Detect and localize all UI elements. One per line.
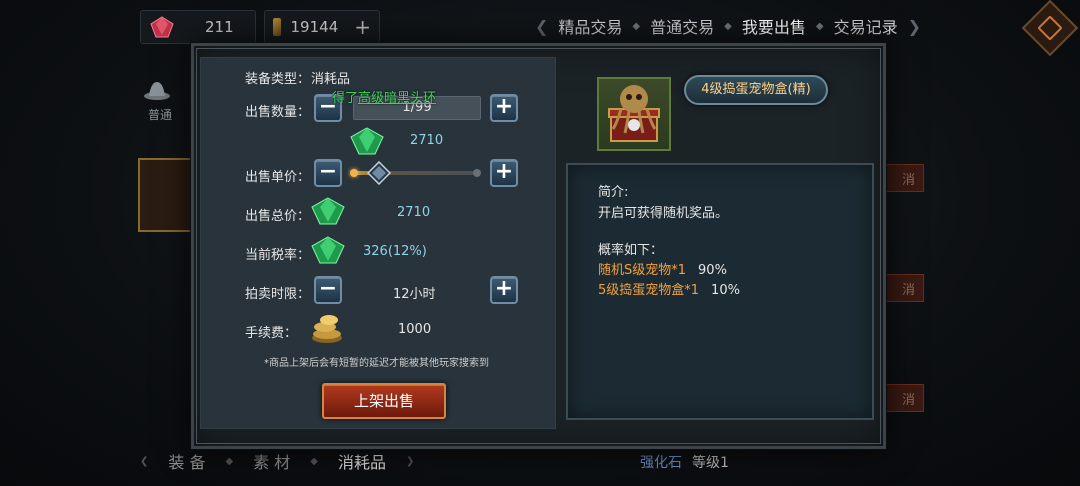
drop-percent: 10% — [711, 283, 740, 298]
quantity-label: 出售数量： — [245, 105, 311, 120]
listing-delay-note: *商品上架后会有短暂的延迟才能被其他玩家搜索到 — [264, 358, 489, 369]
tab-separator: ◆ — [310, 455, 318, 467]
tab-sell[interactable]: 我要出售 — [732, 14, 816, 38]
tax-rate-label: 当前税率： — [245, 248, 311, 263]
system-message-item-link[interactable]: 高级暗黑头环 — [358, 91, 436, 106]
drop-entry: 5级捣蛋宠物盒*1 10% — [598, 279, 740, 298]
top-tab-bar: ❮ 精品交易 ◆ 普通交易 ◆ 我要出售 ◆ 交易记录 ❯ — [535, 12, 921, 40]
price-slider-handle[interactable] — [366, 161, 391, 185]
category-normal-label[interactable]: 普通 — [148, 106, 172, 123]
ornament-left-icon: ❮ — [140, 455, 149, 467]
type-label: 装备类型： — [245, 72, 311, 87]
item-name-banner: 4级捣蛋宠物盒(精) — [684, 75, 828, 105]
drop-entry: 随机S级宠物*1 90% — [598, 259, 727, 278]
tab-normal-trade[interactable]: 普通交易 — [640, 14, 724, 38]
total-price-label: 出售总价： — [245, 209, 311, 224]
tab-separator: ◆ — [815, 20, 824, 32]
ornament-left-icon: ❮ — [535, 16, 549, 36]
coin-balance-value: 19144 — [290, 18, 339, 36]
gem-balance: 211 — [140, 10, 256, 44]
tax-rate-value: 326(12%) — [363, 244, 427, 259]
ornament-right-icon: ❯ — [907, 16, 921, 36]
bottom-item-entry: 强化石 等级1 — [640, 452, 729, 472]
gold-coins-icon — [312, 315, 342, 343]
tab-trade-history[interactable]: 交易记录 — [824, 14, 908, 38]
green-gem-icon — [311, 197, 345, 225]
hat-icon — [144, 82, 170, 100]
tab-materials[interactable]: 素 材 — [253, 449, 290, 473]
drop-name: 5级捣蛋宠物盒*1 — [598, 283, 700, 298]
price-minus-button[interactable]: − — [314, 159, 342, 187]
ticket-icon — [273, 18, 281, 36]
slider-end-dot — [473, 169, 481, 177]
total-price-value: 2710 — [397, 205, 431, 220]
red-gem-icon — [150, 16, 174, 38]
tab-equipment[interactable]: 装 备 — [168, 449, 205, 473]
bottom-item-name: 强化石 — [640, 455, 682, 471]
tab-separator: ◆ — [225, 455, 234, 467]
gem-balance-value: 211 — [205, 18, 234, 36]
slider-start-dot — [350, 169, 358, 177]
time-minus-button[interactable]: − — [314, 276, 342, 304]
coin-balance: 19144 + — [264, 10, 380, 44]
green-gem-icon — [311, 236, 345, 264]
auction-time-value: 12小时 — [393, 287, 436, 302]
close-emblem-icon[interactable] — [1021, 0, 1079, 57]
list-for-sale-button[interactable]: 上架出售 — [322, 383, 446, 419]
system-message-prefix: 得了 — [332, 91, 359, 106]
bottom-tab-bar: ❮ 装 备 ◆ 素 材 ◆ 消耗品 ❯ — [140, 446, 414, 476]
item-thumbnail — [597, 77, 671, 151]
intro-title: 简介: — [598, 185, 629, 200]
selected-item-thumb[interactable] — [138, 158, 198, 232]
quantity-price-value: 2710 — [410, 133, 444, 148]
green-gem-icon — [350, 127, 384, 155]
fee-value: 1000 — [398, 322, 432, 337]
drop-percent: 90% — [698, 263, 727, 278]
tab-separator: ◆ — [632, 20, 641, 32]
tab-consumables[interactable]: 消耗品 — [338, 449, 386, 473]
tab-separator: ◆ — [724, 20, 732, 32]
auction-time-label: 拍卖时限： — [245, 287, 311, 302]
probability-title: 概率如下： — [598, 243, 664, 258]
ornament-right-icon: ❯ — [406, 455, 415, 467]
fee-label: 手续费： — [245, 326, 298, 341]
intro-text: 开启可获得随机奖品。 — [598, 206, 729, 221]
quantity-plus-button[interactable]: + — [490, 94, 518, 122]
unit-price-label: 出售单价： — [245, 170, 311, 185]
system-message: 得了高级暗黑头环 — [332, 87, 436, 106]
drop-name: 随机S级宠物*1 — [598, 263, 687, 278]
add-currency-button[interactable]: + — [354, 15, 371, 39]
bottom-item-level: 等级1 — [692, 455, 729, 471]
time-plus-button[interactable]: + — [490, 276, 518, 304]
price-plus-button[interactable]: + — [490, 159, 518, 187]
type-value: 消耗品 — [311, 72, 351, 87]
tab-premium-trade[interactable]: 精品交易 — [548, 14, 632, 38]
pet-box-icon — [608, 85, 660, 142]
